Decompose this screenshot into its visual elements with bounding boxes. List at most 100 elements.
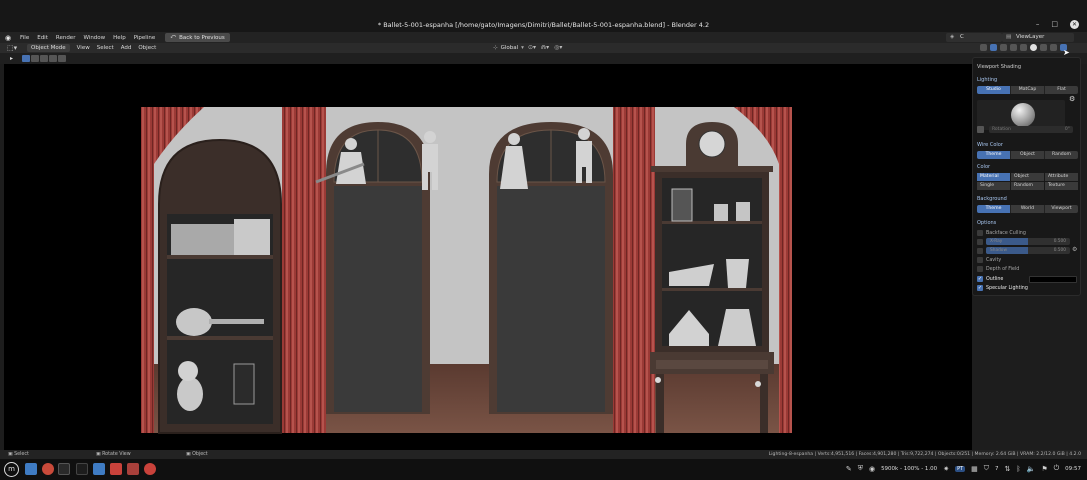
color-single-option[interactable]: Single xyxy=(977,182,1010,190)
cavity-checkbox[interactable] xyxy=(977,257,983,263)
color-texture-option[interactable]: Texture xyxy=(1045,182,1078,190)
editor-type-icon[interactable]: ⬚▾ xyxy=(7,44,23,52)
world-space-icon[interactable] xyxy=(977,126,984,133)
lighting-studio-option[interactable]: Studio xyxy=(977,86,1011,94)
pen-icon[interactable]: ✎ xyxy=(846,465,852,473)
back-to-previous-button[interactable]: ⤺ Back to Previous xyxy=(165,33,230,42)
shadow-checkbox[interactable] xyxy=(977,248,983,254)
brightness-icon[interactable]: ✷ xyxy=(943,465,949,473)
select-subtract-icon[interactable] xyxy=(40,55,48,62)
display-setting-text[interactable]: 5900k - 100% - 1.00 xyxy=(881,466,937,472)
color-material-option[interactable]: Material xyxy=(977,173,1010,181)
blender-window-2-icon[interactable] xyxy=(127,463,139,475)
menu-edit[interactable]: Edit xyxy=(37,35,48,41)
background-world-option[interactable]: World xyxy=(1011,205,1045,213)
bluetooth-icon[interactable]: ᛒ xyxy=(1016,465,1020,473)
workspace-number[interactable]: 7 xyxy=(995,466,999,472)
overlay-icon[interactable] xyxy=(1000,44,1007,51)
minimize-button[interactable]: – xyxy=(1036,20,1040,29)
panel-title: Viewport Shading xyxy=(977,64,1022,70)
wireframe-shading-icon[interactable] xyxy=(1020,44,1027,51)
wire-random-option[interactable]: Random xyxy=(1045,151,1078,159)
window-app-icon[interactable] xyxy=(76,463,88,475)
menu-add[interactable]: Add xyxy=(121,45,132,51)
menu-pipeline[interactable]: Pipeline xyxy=(134,35,156,41)
keyboard-layout-badge[interactable]: PT xyxy=(955,465,966,472)
depth-of-field-row[interactable]: Depth of Field xyxy=(977,265,1019,273)
pivot-icon[interactable]: ⊙▾ xyxy=(528,44,536,51)
outline-checkbox[interactable]: ✓ xyxy=(977,276,983,282)
red-light-icon[interactable]: ◉ xyxy=(869,465,875,473)
color-random-option[interactable]: Random xyxy=(1011,182,1044,190)
shield-icon[interactable]: ⛨ xyxy=(858,464,863,473)
xray-checkbox[interactable] xyxy=(977,239,983,245)
calendar-icon[interactable]: ▦ xyxy=(971,465,978,473)
visibility-icon[interactable] xyxy=(980,44,987,51)
cavity-row[interactable]: Cavity xyxy=(977,256,1001,264)
folder-app-icon[interactable] xyxy=(93,463,105,475)
menu-select[interactable]: Select xyxy=(97,45,114,51)
sound-icon[interactable]: 🔈 xyxy=(1027,465,1036,473)
outline-row[interactable]: ✓ Outline xyxy=(977,275,1003,283)
xray-slider[interactable]: X-Ray 0.500 xyxy=(986,238,1070,245)
files-app-icon[interactable] xyxy=(25,463,37,475)
pillar-curtain-1 xyxy=(282,107,326,433)
background-viewport-option[interactable]: Viewport xyxy=(1045,205,1078,213)
3d-viewport[interactable] xyxy=(4,64,972,450)
lighting-flat-option[interactable]: Flat xyxy=(1045,86,1078,94)
start-menu-icon[interactable]: m xyxy=(4,462,19,477)
depth-of-field-checkbox[interactable] xyxy=(977,266,983,272)
material-shading-icon[interactable] xyxy=(1040,44,1047,51)
color-attribute-option[interactable]: Attribute xyxy=(1045,173,1078,181)
select-intersect-icon[interactable] xyxy=(58,55,66,62)
select-invert-icon[interactable] xyxy=(49,55,57,62)
menu-file[interactable]: File xyxy=(20,35,29,41)
notification-icon[interactable]: ⚑ xyxy=(1041,465,1047,473)
close-button[interactable]: ✕ xyxy=(1070,20,1079,29)
shadow-settings-gear-icon[interactable]: ⚙ xyxy=(1072,246,1077,253)
rendered-shading-icon[interactable] xyxy=(1050,44,1057,51)
proportional-icon[interactable]: ◎▾ xyxy=(554,44,562,51)
terminal-app-icon[interactable] xyxy=(58,463,70,475)
scene-selector[interactable]: ◈ C xyxy=(946,33,1002,42)
network-icon[interactable]: ⇅ xyxy=(1005,465,1011,473)
toolbar-toggle-icon[interactable]: ▸ xyxy=(10,55,13,62)
clock[interactable]: 09:57 xyxy=(1065,466,1081,472)
specular-lighting-checkbox[interactable]: ✓ xyxy=(977,285,983,291)
menu-window[interactable]: Window xyxy=(83,35,105,41)
outline-color-swatch[interactable] xyxy=(1029,276,1077,283)
backface-culling-checkbox[interactable] xyxy=(977,230,983,236)
blender-window-3-icon[interactable] xyxy=(144,463,156,475)
blender-logo-icon[interactable]: ◉ xyxy=(5,34,17,42)
solid-shading-icon[interactable] xyxy=(1030,44,1037,51)
object-mode-dropdown[interactable]: Object Mode xyxy=(27,44,70,52)
menu-help[interactable]: Help xyxy=(113,35,126,41)
menu-object[interactable]: Object xyxy=(138,45,156,51)
view-layer-selector[interactable]: ▤ ViewLayer xyxy=(1002,33,1074,42)
rotation-field[interactable]: Rotation 0° xyxy=(989,126,1073,133)
menu-render[interactable]: Render xyxy=(56,35,76,41)
maximize-button[interactable]: □ xyxy=(1051,20,1058,29)
background-theme-option[interactable]: Theme xyxy=(977,205,1011,213)
blender-topbar: ◉ File Edit Render Window Help Pipeline … xyxy=(0,32,1087,43)
power-icon[interactable]: ⏻ xyxy=(1054,464,1060,473)
wire-color-label: Wire Color xyxy=(977,142,1003,148)
lighting-matcap-option[interactable]: MatCap xyxy=(1011,86,1045,94)
shadow-slider[interactable]: Shadow 0.500 xyxy=(986,247,1070,254)
specular-lighting-row[interactable]: ✓ Specular Lighting xyxy=(977,284,1028,292)
select-new-icon[interactable] xyxy=(22,55,30,62)
xray-toggle-icon[interactable] xyxy=(1010,44,1017,51)
gizmo-icon[interactable] xyxy=(990,44,997,51)
gear-icon[interactable]: ⚙ xyxy=(1069,95,1075,103)
blender-app-icon[interactable] xyxy=(42,463,54,475)
color-object-option[interactable]: Object xyxy=(1011,173,1044,181)
wire-object-option[interactable]: Object xyxy=(1011,151,1045,159)
wire-theme-option[interactable]: Theme xyxy=(977,151,1011,159)
backface-culling-row[interactable]: Backface Culling xyxy=(977,229,1026,237)
snap-icon[interactable]: ⋒▾ xyxy=(541,44,549,51)
transform-orientation-dropdown[interactable]: ⊹ Global ▾ xyxy=(493,44,524,52)
update-icon[interactable]: ⛉ xyxy=(984,464,989,473)
select-extend-icon[interactable] xyxy=(31,55,39,62)
menu-view[interactable]: View xyxy=(77,45,90,51)
blender-window-1-icon[interactable] xyxy=(110,463,122,475)
